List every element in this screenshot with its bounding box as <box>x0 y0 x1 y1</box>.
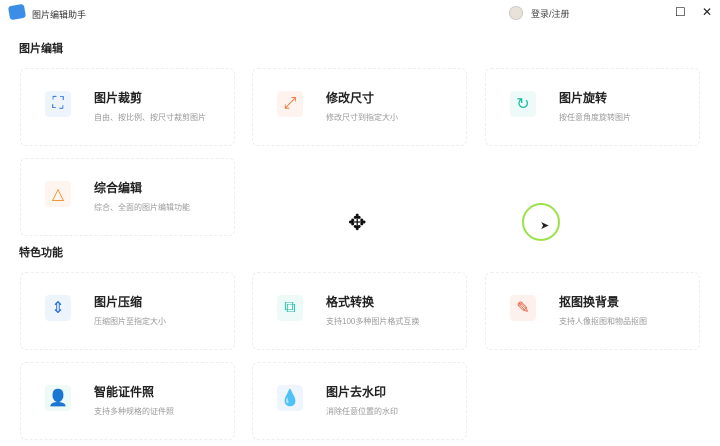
card-description: 修改尺寸到指定大小 <box>326 113 398 122</box>
rotate-icon: ↻ <box>510 91 536 117</box>
crop-icon: ⛶ <box>45 91 71 117</box>
card-title: 图片旋转 <box>559 91 608 105</box>
shapes-icon: △ <box>45 181 71 207</box>
card-title: 图片去水印 <box>326 385 387 399</box>
card-title: 智能证件照 <box>94 385 155 399</box>
card-resize[interactable]: ⤢ 修改尺寸 修改尺寸到指定大小 <box>252 68 467 146</box>
card-title: 格式转换 <box>326 295 375 309</box>
app-logo-icon <box>7 3 27 21</box>
card-convert[interactable]: ⧉ 格式转换 支持100多种图片格式互换 <box>252 272 467 350</box>
card-description: 支持人像抠图和物品抠图 <box>559 317 647 326</box>
id-photo-icon: 👤 <box>45 385 71 411</box>
watermark-remove-icon: 💧 <box>277 385 303 411</box>
card-rotate[interactable]: ↻ 图片旋转 按任意角度旋转图片 <box>485 68 700 146</box>
pointer-cursor-icon: ➤ <box>540 220 550 232</box>
section-title-features: 特色功能 <box>19 247 63 259</box>
card-title: 图片压缩 <box>94 295 143 309</box>
avatar[interactable] <box>509 6 523 20</box>
card-shapes[interactable]: △ 综合编辑 综合、全面的图片编辑功能 <box>20 158 235 236</box>
move-cursor-icon: ✥ <box>348 210 367 235</box>
close-icon[interactable]: ✕ <box>702 5 712 19</box>
card-description: 支持多种规格的证件照 <box>94 407 174 416</box>
card-description: 自由、按比例、按尺寸裁剪图片 <box>94 113 206 122</box>
login-register-link[interactable]: 登录/注册 <box>531 7 570 20</box>
resize-icon: ⤢ <box>277 91 303 117</box>
card-title: 修改尺寸 <box>326 91 375 105</box>
card-title: 图片裁剪 <box>94 91 143 105</box>
section-title-edit: 图片编辑 <box>19 43 63 55</box>
card-cutout[interactable]: ✎ 抠图换背景 支持人像抠图和物品抠图 <box>485 272 700 350</box>
card-description: 消除任意位置的水印 <box>326 407 398 416</box>
card-description: 综合、全面的图片编辑功能 <box>94 203 190 212</box>
card-id-photo[interactable]: 👤 智能证件照 支持多种规格的证件照 <box>20 362 235 440</box>
card-title: 抠图换背景 <box>559 295 620 309</box>
title-bar: 图片编辑助手 登录/注册 ☐ ✕ <box>0 0 720 28</box>
compress-icon: ⇕ <box>45 295 71 321</box>
card-compress[interactable]: ⇕ 图片压缩 压缩图片至指定大小 <box>20 272 235 350</box>
card-crop[interactable]: ⛶ 图片裁剪 自由、按比例、按尺寸裁剪图片 <box>20 68 235 146</box>
card-title: 综合编辑 <box>94 181 143 195</box>
card-description: 按任意角度旋转图片 <box>559 113 631 122</box>
app-title: 图片编辑助手 <box>32 10 87 20</box>
maximize-icon[interactable]: ☐ <box>675 5 686 19</box>
cutout-icon: ✎ <box>510 295 536 321</box>
card-watermark-remove[interactable]: 💧 图片去水印 消除任意位置的水印 <box>252 362 467 440</box>
convert-icon: ⧉ <box>277 295 303 321</box>
card-description: 压缩图片至指定大小 <box>94 317 166 326</box>
card-description: 支持100多种图片格式互换 <box>326 317 420 326</box>
